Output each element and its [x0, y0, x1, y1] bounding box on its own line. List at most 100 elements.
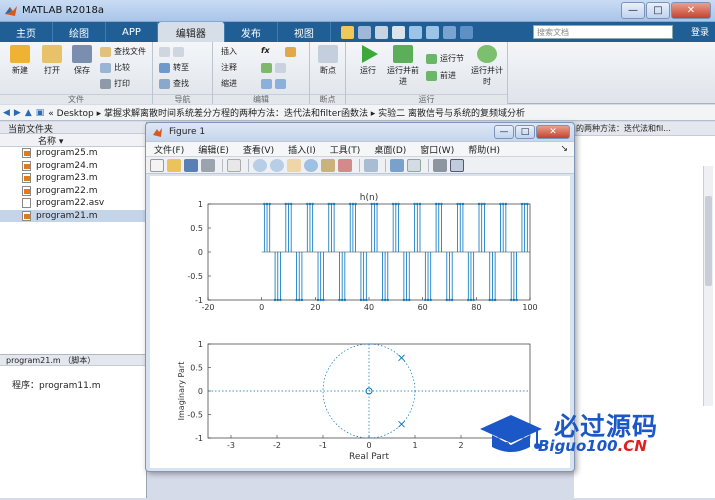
insert-button[interactable]: 插入: [221, 45, 237, 58]
comment-tools[interactable]: [261, 61, 289, 74]
cut-icon[interactable]: [357, 25, 371, 39]
wrap-icon: [275, 62, 286, 73]
figure-maximize-button[interactable]: □: [515, 125, 535, 139]
link-plot-icon[interactable]: [364, 158, 378, 172]
run-button[interactable]: 运行: [352, 45, 384, 76]
browse-folder-icon[interactable]: ▣: [36, 108, 45, 118]
menu-file[interactable]: 文件(F): [154, 143, 184, 156]
find-button[interactable]: 查找: [159, 77, 189, 90]
colorbar-icon[interactable]: [390, 158, 404, 172]
comment-button[interactable]: 注释: [221, 61, 237, 74]
menu-tools[interactable]: 工具(T): [330, 143, 361, 156]
rotate-3d-icon[interactable]: [304, 158, 318, 172]
tab-view[interactable]: 视图: [278, 22, 331, 42]
forward-arrow-icon[interactable]: ▶: [14, 108, 21, 118]
figure-title: Figure 1: [169, 127, 206, 137]
figure-close-button[interactable]: ✕: [536, 125, 570, 139]
save-button[interactable]: 保存: [66, 45, 98, 76]
print-figure-icon[interactable]: [201, 158, 215, 172]
goto-button[interactable]: 转至: [159, 61, 189, 74]
switch-window-icon[interactable]: [442, 25, 456, 39]
right-panel-header: 的两种方法：迭代法和fil...: [574, 122, 715, 136]
file-row[interactable]: program21.m: [0, 209, 146, 222]
figure-minimize-button[interactable]: —: [494, 125, 514, 139]
back-arrow-icon[interactable]: ◀: [3, 108, 10, 118]
matlab-logo-icon: [5, 5, 17, 16]
redo-icon[interactable]: [425, 25, 439, 39]
show-plot-tools-icon[interactable]: [450, 158, 464, 172]
address-bar[interactable]: ◀ ▶ ▲ ▣ « Desktop ▸ 掌握求解离散时间系统差分方程的两种方法：…: [0, 105, 715, 121]
print-button[interactable]: 打印: [100, 77, 130, 90]
save-figure-icon[interactable]: [184, 158, 198, 172]
pan-hand-icon[interactable]: [287, 158, 301, 172]
copy-icon[interactable]: [374, 25, 388, 39]
menu-help[interactable]: 帮助(H): [468, 143, 500, 156]
minimize-button[interactable]: —: [621, 2, 645, 19]
name-column-header[interactable]: 名称 ▾: [0, 134, 146, 147]
fx-button[interactable]: fx: [261, 44, 270, 57]
m-file-icon: [22, 148, 31, 159]
data-cursor-icon[interactable]: [321, 158, 335, 172]
legend-icon[interactable]: [407, 158, 421, 172]
run-time-button[interactable]: 运行并计时: [470, 45, 504, 87]
undo-icon[interactable]: [408, 25, 422, 39]
insert-tools[interactable]: [285, 45, 299, 58]
save-quick-icon[interactable]: [340, 25, 354, 39]
open-file-icon[interactable]: [167, 158, 181, 172]
m-file-icon: [22, 185, 31, 196]
file-row[interactable]: program24.m: [0, 160, 146, 173]
file-list: program25.m program24.m program23.m program…: [0, 147, 146, 222]
maximize-button[interactable]: □: [646, 2, 670, 19]
stem-x-tick-label: 80: [471, 303, 481, 312]
tab-home[interactable]: 主页: [0, 22, 53, 42]
paste-icon[interactable]: [391, 25, 405, 39]
file-row[interactable]: program25.m: [0, 147, 146, 160]
zoom-in-icon[interactable]: [253, 158, 267, 172]
zoom-out-icon[interactable]: [270, 158, 284, 172]
current-folder-panel: 当前文件夹 名称 ▾ program25.m program24.m program…: [0, 122, 147, 498]
login-button[interactable]: 登录: [691, 25, 709, 38]
menu-view[interactable]: 查看(V): [243, 143, 274, 156]
forward-icon: [173, 46, 184, 57]
vertical-scrollbar[interactable]: [703, 166, 713, 406]
address-path[interactable]: « Desktop ▸ 掌握求解离散时间系统差分方程的两种方法：迭代法和filt…: [48, 106, 525, 119]
tab-apps[interactable]: APP: [106, 22, 158, 42]
pz-y-tick-label: 0: [198, 387, 203, 396]
run-section-button[interactable]: 运行节: [426, 52, 464, 65]
new-button[interactable]: 新建: [4, 45, 36, 76]
pz-x-tick-label: -2: [273, 441, 281, 450]
tab-plots[interactable]: 绘图: [53, 22, 106, 42]
brush-icon[interactable]: [338, 158, 352, 172]
new-figure-icon[interactable]: [150, 158, 164, 172]
file-row[interactable]: program23.m: [0, 172, 146, 185]
indent-button[interactable]: 缩进: [221, 77, 237, 90]
menu-window[interactable]: 窗口(W): [420, 143, 454, 156]
m-file-icon: [22, 210, 31, 221]
menu-insert[interactable]: 插入(I): [288, 143, 316, 156]
open-button[interactable]: 打开: [36, 45, 68, 76]
figure-logo-icon: [153, 127, 162, 137]
pointer-icon[interactable]: [227, 158, 241, 172]
file-row[interactable]: program22.asv: [0, 197, 146, 210]
search-docs-input[interactable]: 搜索文档: [533, 25, 673, 39]
help-icon[interactable]: [459, 25, 473, 39]
indent-tools[interactable]: [261, 77, 289, 90]
close-button[interactable]: ✕: [671, 2, 711, 19]
scrollbar-thumb[interactable]: [705, 196, 712, 286]
tab-editor[interactable]: 编辑器: [157, 22, 225, 42]
asv-file-icon: [22, 198, 31, 209]
hide-plot-tools-icon[interactable]: [433, 158, 447, 172]
run-advance-button[interactable]: 运行并前进: [386, 45, 420, 87]
dock-arrow-icon[interactable]: ↘: [560, 144, 568, 154]
file-row[interactable]: program22.m: [0, 185, 146, 198]
up-folder-icon[interactable]: ▲: [25, 108, 32, 118]
find-files-button[interactable]: 查找文件: [100, 45, 146, 58]
breakpoint-button[interactable]: 断点: [312, 45, 344, 76]
nav-arrows[interactable]: [159, 45, 187, 58]
menu-desktop[interactable]: 桌面(D): [374, 143, 406, 156]
back-icon: [159, 46, 170, 57]
menu-edit[interactable]: 编辑(E): [198, 143, 229, 156]
advance-button[interactable]: 前进: [426, 69, 456, 82]
compare-button[interactable]: 比较: [100, 61, 130, 74]
tab-publish[interactable]: 发布: [225, 22, 278, 42]
